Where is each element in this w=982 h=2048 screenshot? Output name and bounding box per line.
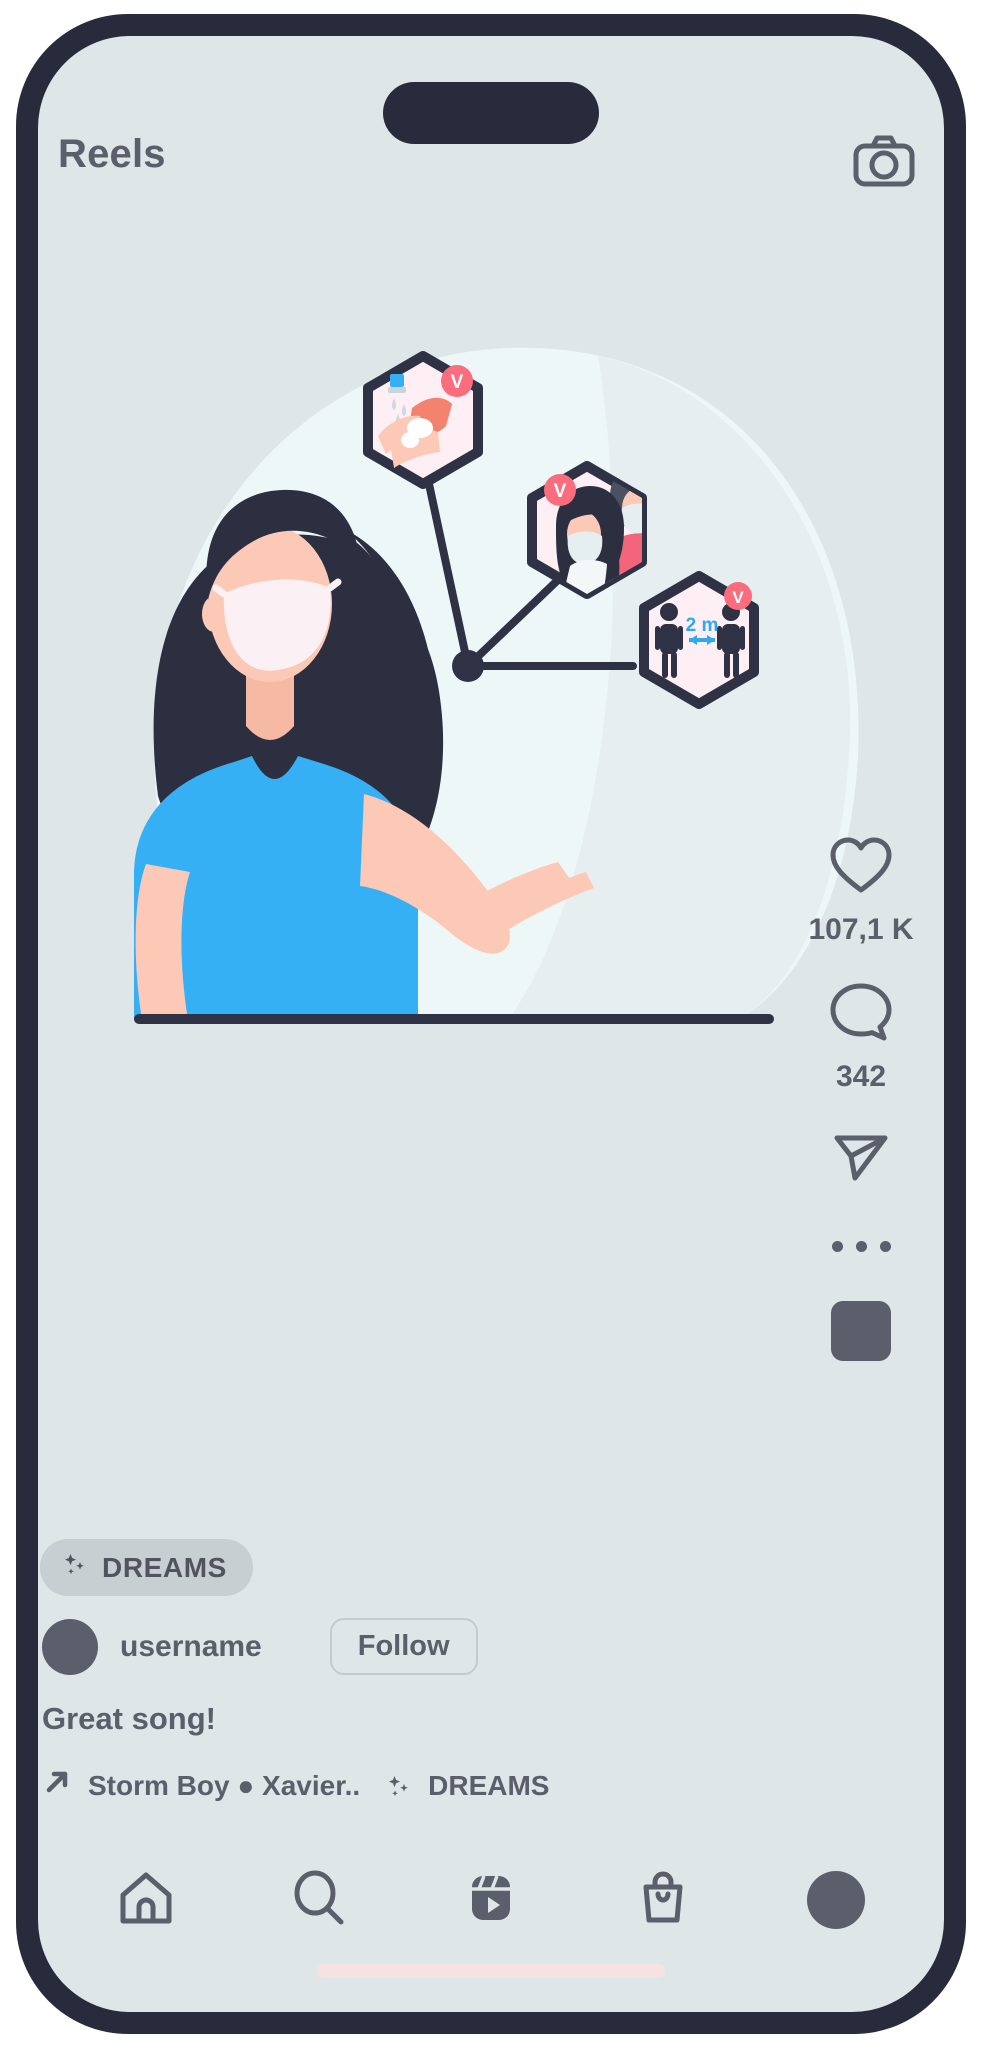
heart-icon[interactable] bbox=[828, 836, 894, 901]
svg-text:V: V bbox=[451, 372, 464, 393]
arrow-up-right-icon bbox=[42, 1767, 72, 1804]
search-icon bbox=[288, 1867, 350, 1934]
follow-button[interactable]: Follow bbox=[329, 1618, 478, 1675]
audio-pill-label: DREAMS bbox=[102, 1551, 227, 1583]
comment-action[interactable]: 342 bbox=[828, 981, 894, 1094]
username-label[interactable]: username bbox=[120, 1630, 262, 1664]
screenshot-stage: Reels V V 2 m V 107,1 K 342 DREAMS usern… bbox=[0, 0, 982, 2048]
action-rail: 107,1 K 342 bbox=[796, 836, 926, 1395]
svg-text:V: V bbox=[554, 481, 567, 502]
nav-item-search[interactable] bbox=[281, 1862, 357, 1938]
svg-text:V: V bbox=[732, 588, 744, 607]
dot bbox=[855, 1240, 867, 1252]
music-title: Storm Boy ● Xavier.. bbox=[88, 1769, 361, 1801]
bottom-navigation bbox=[38, 1854, 944, 1946]
more-options-icon[interactable] bbox=[831, 1225, 891, 1267]
share-action[interactable] bbox=[829, 1128, 893, 1191]
reel-meta: DREAMS username Follow Great song! Storm… bbox=[38, 1539, 738, 1804]
nav-item-home[interactable] bbox=[108, 1862, 184, 1938]
shopping-bag-icon bbox=[632, 1867, 694, 1934]
more-options-action[interactable] bbox=[831, 1225, 891, 1267]
svg-text:2 m: 2 m bbox=[686, 615, 719, 636]
music-row[interactable]: Storm Boy ● Xavier.. DREAMS bbox=[38, 1767, 738, 1804]
profile-avatar-icon bbox=[806, 1871, 865, 1929]
avatar[interactable] bbox=[42, 1618, 98, 1675]
home-indicator bbox=[317, 1964, 665, 1978]
music-audio-name: DREAMS bbox=[428, 1769, 550, 1801]
audio-pill[interactable]: DREAMS bbox=[40, 1539, 253, 1596]
nav-item-reels[interactable] bbox=[453, 1862, 529, 1938]
comment-icon[interactable] bbox=[828, 981, 894, 1048]
nav-item-profile[interactable] bbox=[798, 1862, 874, 1938]
dot bbox=[831, 1240, 843, 1252]
badge-wash-hands: V bbox=[363, 351, 483, 489]
sparkle-icon bbox=[386, 1773, 412, 1799]
camera-icon[interactable] bbox=[852, 134, 916, 188]
like-count: 107,1 K bbox=[808, 913, 914, 946]
user-row: username Follow bbox=[38, 1618, 738, 1675]
home-icon bbox=[115, 1867, 177, 1934]
dynamic-island bbox=[383, 82, 599, 144]
like-action[interactable]: 107,1 K bbox=[808, 836, 914, 947]
page-title: Reels bbox=[58, 132, 166, 176]
badge-social-distance: 2 m V bbox=[639, 571, 759, 709]
dot bbox=[879, 1240, 891, 1252]
reels-icon bbox=[460, 1867, 522, 1934]
sparkle-icon bbox=[62, 1551, 88, 1584]
nav-item-shop[interactable] bbox=[625, 1862, 701, 1938]
album-thumbnail[interactable] bbox=[831, 1301, 891, 1361]
album-action[interactable] bbox=[831, 1301, 891, 1361]
phone-screen: Reels V V 2 m V 107,1 K 342 DREAMS usern… bbox=[38, 36, 944, 2012]
caption-text: Great song! bbox=[42, 1701, 216, 1736]
send-icon[interactable] bbox=[829, 1128, 893, 1191]
comment-count: 342 bbox=[835, 1060, 887, 1093]
